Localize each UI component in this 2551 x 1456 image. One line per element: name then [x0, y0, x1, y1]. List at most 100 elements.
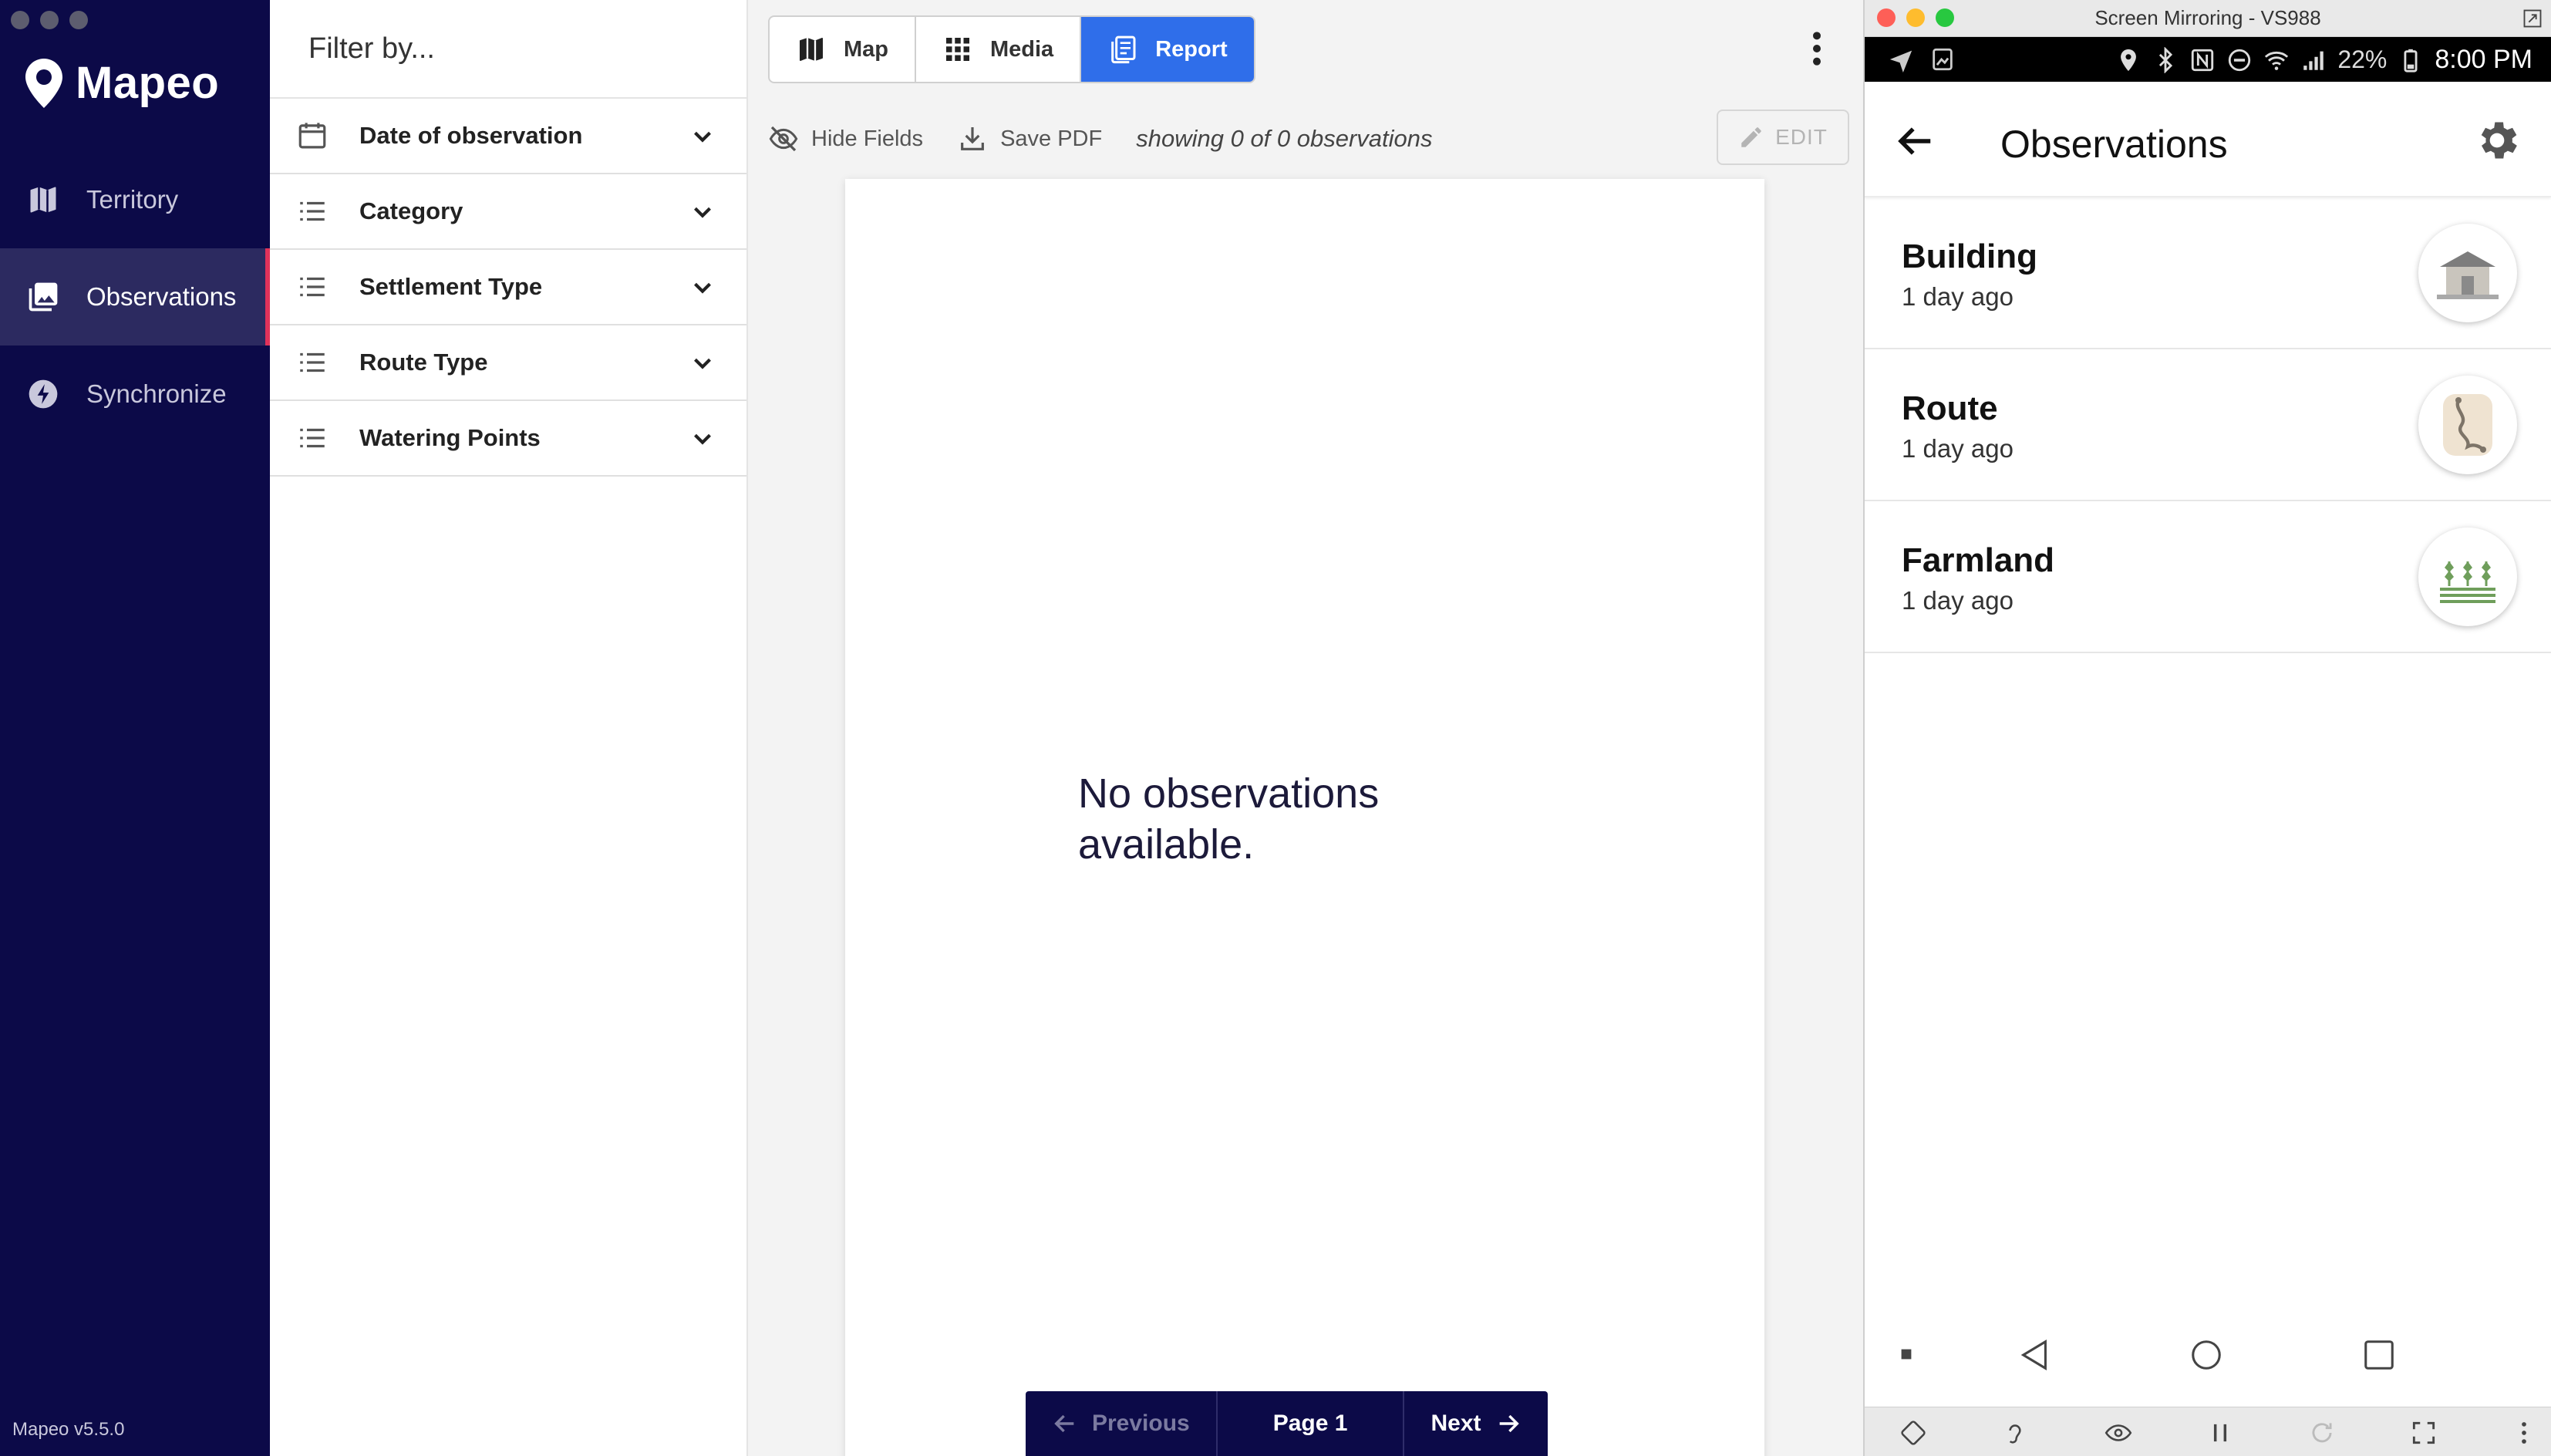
empty-state-line: available.: [1078, 821, 1255, 868]
next-page-button[interactable]: Next: [1404, 1391, 1547, 1456]
chevron-down-icon[interactable]: [688, 122, 717, 151]
page-indicator: Page 1: [1218, 1391, 1405, 1456]
observation-item-route[interactable]: Route 1 day ago: [1865, 349, 2551, 501]
observation-time: 1 day ago: [1902, 586, 2014, 615]
more-options-icon[interactable]: [2509, 1418, 2539, 1448]
app-name: Mapeo: [76, 58, 220, 108]
eye-off-icon: [769, 126, 798, 152]
observation-item-building[interactable]: Building 1 day ago: [1865, 197, 2551, 349]
filter-settlement-type[interactable]: Settlement Type: [270, 250, 746, 325]
tab-report[interactable]: Report: [1081, 17, 1254, 82]
previous-page-button[interactable]: Previous: [1026, 1391, 1218, 1456]
refresh-icon[interactable]: [2307, 1418, 2337, 1448]
tab-label: Map: [844, 36, 888, 62]
observation-thumbnail: [2418, 527, 2517, 626]
route-icon: [2443, 394, 2492, 456]
filter-label: Watering Points: [359, 424, 541, 451]
tab-media[interactable]: Media: [916, 17, 1082, 82]
chevron-down-icon[interactable]: [688, 424, 717, 453]
sidebar-item-label: Synchronize: [86, 379, 227, 408]
app-version: Mapeo v5.5.0: [12, 1419, 125, 1440]
hide-fields-label: Hide Fields: [811, 126, 924, 151]
zoom-window-button[interactable]: [1936, 8, 1954, 27]
filter-label: Date of observation: [359, 122, 583, 149]
gear-icon[interactable]: [2472, 116, 2522, 165]
list-icon: [300, 428, 325, 448]
zoom-window-button[interactable]: [69, 11, 88, 29]
android-home-icon[interactable]: [2189, 1337, 2224, 1373]
list-icon: [300, 201, 325, 221]
edit-label: EDIT: [1775, 125, 1828, 149]
pause-icon[interactable]: [2206, 1418, 2235, 1448]
empty-state-line: No observations: [1078, 770, 1380, 817]
location-icon: [2121, 49, 2137, 71]
filter-label: Route Type: [359, 349, 488, 376]
hearing-icon[interactable]: [2000, 1418, 2030, 1448]
save-pdf-label: Save PDF: [1000, 126, 1103, 151]
filter-date-of-observation[interactable]: Date of observation: [270, 99, 746, 174]
visibility-icon[interactable]: [2104, 1418, 2133, 1448]
screen-mirroring-window: Screen Mirroring - VS988 22% 8:00 PM Obs…: [1863, 0, 2551, 1456]
back-arrow-icon[interactable]: [1892, 120, 1937, 162]
resize-icon[interactable]: [2522, 8, 2543, 29]
image-notification-icon: [1933, 48, 1953, 71]
arrow-left-icon: [1054, 1414, 1074, 1433]
mirroring-window-title: Screen Mirroring - VS988: [2094, 6, 2321, 29]
app-logo: Mapeo: [25, 57, 219, 109]
minimize-window-button[interactable]: [40, 11, 59, 29]
farmland-icon: [2440, 561, 2495, 603]
rotate-icon[interactable]: [1899, 1418, 1928, 1448]
battery-percent: 22%: [2337, 46, 2388, 73]
hide-fields-button[interactable]: Hide Fields: [768, 123, 923, 154]
more-options-icon[interactable]: [1811, 29, 1823, 68]
map-icon: [800, 38, 823, 61]
filter-category[interactable]: Category: [270, 174, 746, 250]
location-pin-icon: [25, 58, 62, 108]
observation-name: Route: [1902, 389, 1998, 427]
sidebar-item-territory[interactable]: Territory: [0, 151, 270, 248]
send-icon: [1889, 50, 1912, 72]
save-pdf-button[interactable]: Save PDF: [957, 123, 1102, 154]
close-window-button[interactable]: [11, 11, 29, 29]
observation-item-farmland[interactable]: Farmland 1 day ago: [1865, 501, 2551, 653]
observation-time: 1 day ago: [1902, 282, 2014, 311]
edit-button[interactable]: EDIT: [1717, 110, 1849, 165]
observation-thumbnail: [2418, 376, 2517, 474]
screen: Mapeo Territory Observations Synchronize…: [0, 0, 2551, 1456]
list-icon: [300, 352, 325, 372]
sidebar: Mapeo Territory Observations Synchronize…: [0, 0, 270, 1456]
lightning-icon: [29, 379, 58, 409]
tab-label: Media: [990, 36, 1054, 62]
fullscreen-icon[interactable]: [2409, 1418, 2438, 1448]
window-controls: [1877, 8, 1954, 27]
chevron-down-icon[interactable]: [688, 349, 717, 378]
observation-count: showing 0 of 0 observations: [1136, 125, 1433, 152]
chevron-down-icon[interactable]: [688, 273, 717, 302]
filter-route-type[interactable]: Route Type: [270, 325, 746, 401]
filter-watering-points[interactable]: Watering Points: [270, 401, 746, 477]
phone-page-title: Observations: [2000, 123, 2228, 166]
tab-map[interactable]: Map: [770, 17, 916, 82]
mirroring-title-bar: Screen Mirroring - VS988: [1865, 0, 2551, 37]
minimize-window-button[interactable]: [1906, 8, 1925, 27]
android-recents-icon[interactable]: [2361, 1337, 2397, 1373]
map-icon: [30, 187, 56, 213]
sidebar-item-observations[interactable]: Observations: [0, 248, 270, 345]
building-icon: [2437, 251, 2499, 299]
sidebar-item-synchronize[interactable]: Synchronize: [0, 345, 270, 443]
android-navigation-bar: [1865, 1323, 2551, 1385]
view-tabs: Map Media Report: [768, 15, 1255, 83]
tab-label: Report: [1155, 36, 1228, 62]
wifi-icon: [2265, 51, 2289, 70]
pencil-icon: [1741, 127, 1761, 147]
close-window-button[interactable]: [1877, 8, 1896, 27]
chevron-down-icon[interactable]: [688, 197, 717, 227]
report-icon: [1111, 35, 1136, 64]
do-not-disturb-icon: [2229, 49, 2251, 71]
filter-label: Category: [359, 197, 463, 224]
sidebar-item-label: Territory: [86, 185, 179, 214]
sidebar-item-label: Observations: [86, 282, 237, 311]
observation-time: 1 day ago: [1902, 434, 2014, 463]
android-back-icon[interactable]: [2017, 1337, 2053, 1373]
pagination: Previous Page 1 Next: [1026, 1391, 1548, 1456]
